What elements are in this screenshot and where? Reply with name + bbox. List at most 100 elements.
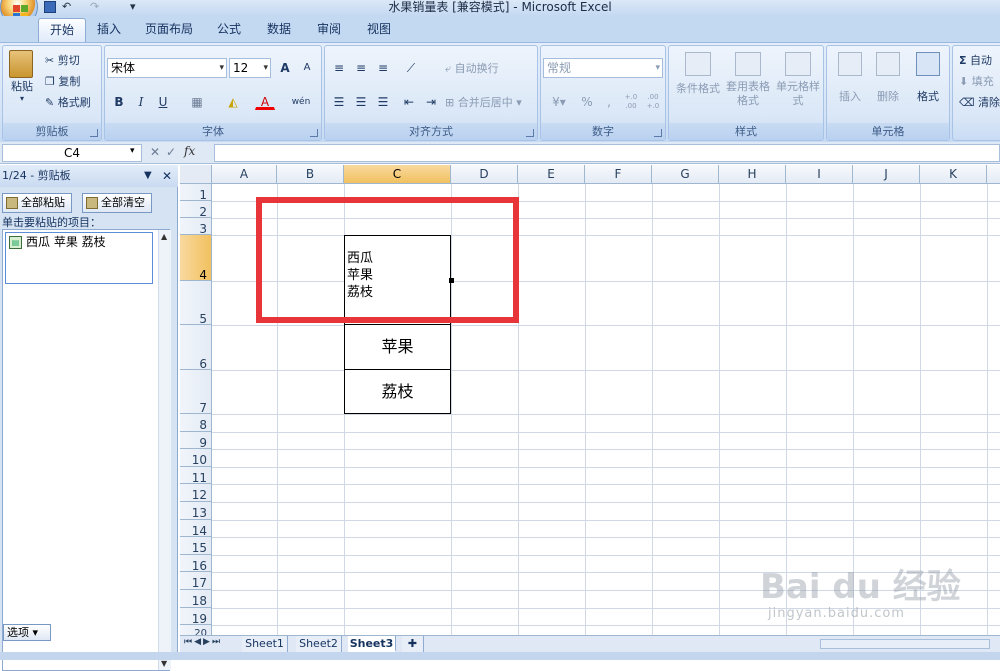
column-header[interactable]: K: [920, 165, 987, 184]
column-header[interactable]: E: [518, 165, 585, 184]
paste-all-button[interactable]: 全部粘贴: [2, 193, 72, 213]
tab-page-layout[interactable]: 页面布局: [138, 18, 200, 42]
orientation-icon[interactable]: ⟋: [399, 58, 423, 76]
row-header[interactable]: 9: [180, 432, 212, 450]
tab-insert[interactable]: 插入: [88, 18, 130, 42]
percent-button[interactable]: %: [577, 92, 597, 110]
row-header[interactable]: 20: [180, 625, 212, 635]
font-name-select[interactable]: 宋体 ▾: [107, 58, 227, 78]
delete-cells-button[interactable]: 删除: [869, 52, 907, 104]
column-header[interactable]: D: [451, 165, 518, 184]
decrease-indent-icon[interactable]: ⇤: [399, 92, 419, 110]
options-button[interactable]: 选项 ▾: [3, 624, 51, 641]
sheet-tab[interactable]: Sheet1: [242, 636, 288, 652]
row-header[interactable]: 10: [180, 449, 212, 467]
row-header[interactable]: 16: [180, 555, 212, 573]
select-all-corner[interactable]: [180, 165, 212, 184]
cancel-icon[interactable]: ✕: [150, 145, 160, 159]
clear-all-button[interactable]: 全部清空: [82, 193, 152, 213]
redo-icon[interactable]: ↷: [90, 0, 104, 14]
save-icon[interactable]: [44, 1, 56, 13]
clipboard-launcher-icon[interactable]: [90, 129, 98, 137]
column-header[interactable]: A: [212, 165, 277, 184]
enter-check-icon[interactable]: ✓: [166, 145, 176, 159]
cut-button[interactable]: ✂ 剪切: [45, 52, 80, 68]
align-right-icon[interactable]: ☰: [373, 92, 393, 110]
sheet-tab-active[interactable]: Sheet3: [348, 636, 396, 652]
number-format-select[interactable]: 常规 ▾: [543, 58, 663, 78]
autosum-button[interactable]: Σ 自动: [959, 52, 992, 68]
align-left-icon[interactable]: ☰: [329, 92, 349, 110]
decrease-decimal-button[interactable]: .00 +.0: [643, 92, 663, 110]
pane-scrollbar[interactable]: ▲ ▼: [158, 230, 171, 670]
font-color-button[interactable]: A: [255, 92, 275, 110]
wrap-text-button[interactable]: ⤶ 自动换行: [445, 60, 499, 76]
fill-button[interactable]: ⬇ 填充: [959, 73, 994, 89]
pane-menu-chevron-icon[interactable]: ▼: [144, 165, 152, 187]
fill-color-icon[interactable]: ◭: [223, 92, 243, 110]
row-header[interactable]: 17: [180, 572, 212, 590]
scroll-down-icon[interactable]: ▼: [161, 659, 167, 668]
copy-button[interactable]: ❐ 复制: [45, 73, 80, 89]
row-header[interactable]: 13: [180, 502, 212, 520]
format-painter-button[interactable]: ✎ 格式刷: [45, 94, 91, 110]
row-header[interactable]: 14: [180, 520, 212, 538]
formula-input[interactable]: [214, 144, 1000, 162]
cell-c7[interactable]: 荔枝: [344, 369, 451, 414]
paste-button[interactable]: 粘贴 ▾: [7, 50, 37, 103]
column-header[interactable]: H: [719, 165, 786, 184]
column-header[interactable]: J: [853, 165, 920, 184]
row-header[interactable]: 12: [180, 484, 212, 502]
cell-styles-button[interactable]: 单元格样式: [773, 52, 823, 108]
cell-c6[interactable]: 苹果: [344, 324, 451, 370]
currency-icon[interactable]: ¥▾: [545, 92, 573, 110]
italic-button[interactable]: I: [131, 92, 151, 110]
increase-indent-icon[interactable]: ⇥: [421, 92, 441, 110]
column-header[interactable]: F: [585, 165, 652, 184]
phonetic-button[interactable]: wén: [287, 92, 315, 110]
insert-cells-button[interactable]: 插入: [831, 52, 869, 104]
format-as-table-button[interactable]: 套用表格格式: [723, 52, 773, 108]
row-header[interactable]: 15: [180, 537, 212, 555]
column-header-partial[interactable]: [987, 165, 1000, 184]
merge-center-button[interactable]: ⊞ 合并后居中 ▾: [445, 94, 522, 110]
spreadsheet-grid[interactable]: A B C D E F G H I J K 1 2 3 4 5 6 7 8 9 …: [180, 165, 1000, 635]
column-header[interactable]: G: [652, 165, 719, 184]
row-header-selected[interactable]: 4: [180, 235, 212, 282]
horizontal-scrollbar[interactable]: [820, 639, 990, 649]
row-header[interactable]: 11: [180, 467, 212, 485]
qat-customize-icon[interactable]: ▾: [130, 0, 140, 14]
align-bottom-icon[interactable]: ≡: [373, 58, 393, 76]
clear-button[interactable]: ⌫ 清除: [959, 94, 1000, 110]
name-box[interactable]: C4: [2, 144, 142, 162]
shrink-font-button[interactable]: A: [297, 58, 317, 76]
font-launcher-icon[interactable]: [310, 129, 318, 137]
column-header-selected[interactable]: C: [344, 165, 451, 184]
row-header[interactable]: 7: [180, 370, 212, 415]
insert-sheet-icon[interactable]: ✚: [402, 636, 424, 652]
font-size-select[interactable]: 12 ▾: [229, 58, 271, 78]
row-header[interactable]: 6: [180, 325, 212, 371]
column-header[interactable]: I: [786, 165, 853, 184]
conditional-format-button[interactable]: 条件格式: [673, 52, 723, 96]
row-header[interactable]: 2: [180, 201, 212, 219]
row-header[interactable]: 1: [180, 184, 212, 202]
tab-review[interactable]: 审阅: [308, 18, 350, 42]
number-launcher-icon[interactable]: [654, 129, 662, 137]
underline-button[interactable]: U: [153, 92, 173, 110]
row-header[interactable]: 19: [180, 608, 212, 626]
tab-formulas[interactable]: 公式: [208, 18, 250, 42]
tab-view[interactable]: 视图: [358, 18, 400, 42]
increase-decimal-button[interactable]: +.0 .00: [621, 92, 641, 110]
sheet-nav-arrows-icon[interactable]: ⏮◀▶⏭: [184, 637, 222, 647]
align-center-icon[interactable]: ☰: [351, 92, 371, 110]
grow-font-button[interactable]: A: [275, 58, 295, 76]
tab-home[interactable]: 开始: [38, 18, 86, 42]
insert-function-button[interactable]: fx: [184, 144, 195, 158]
align-top-icon[interactable]: ≡: [329, 58, 349, 76]
row-header[interactable]: 18: [180, 590, 212, 608]
align-middle-icon[interactable]: ≡: [351, 58, 371, 76]
row-header[interactable]: 5: [180, 281, 212, 326]
chevron-down-icon[interactable]: ▾: [130, 146, 135, 156]
undo-icon[interactable]: ↶: [62, 0, 76, 14]
